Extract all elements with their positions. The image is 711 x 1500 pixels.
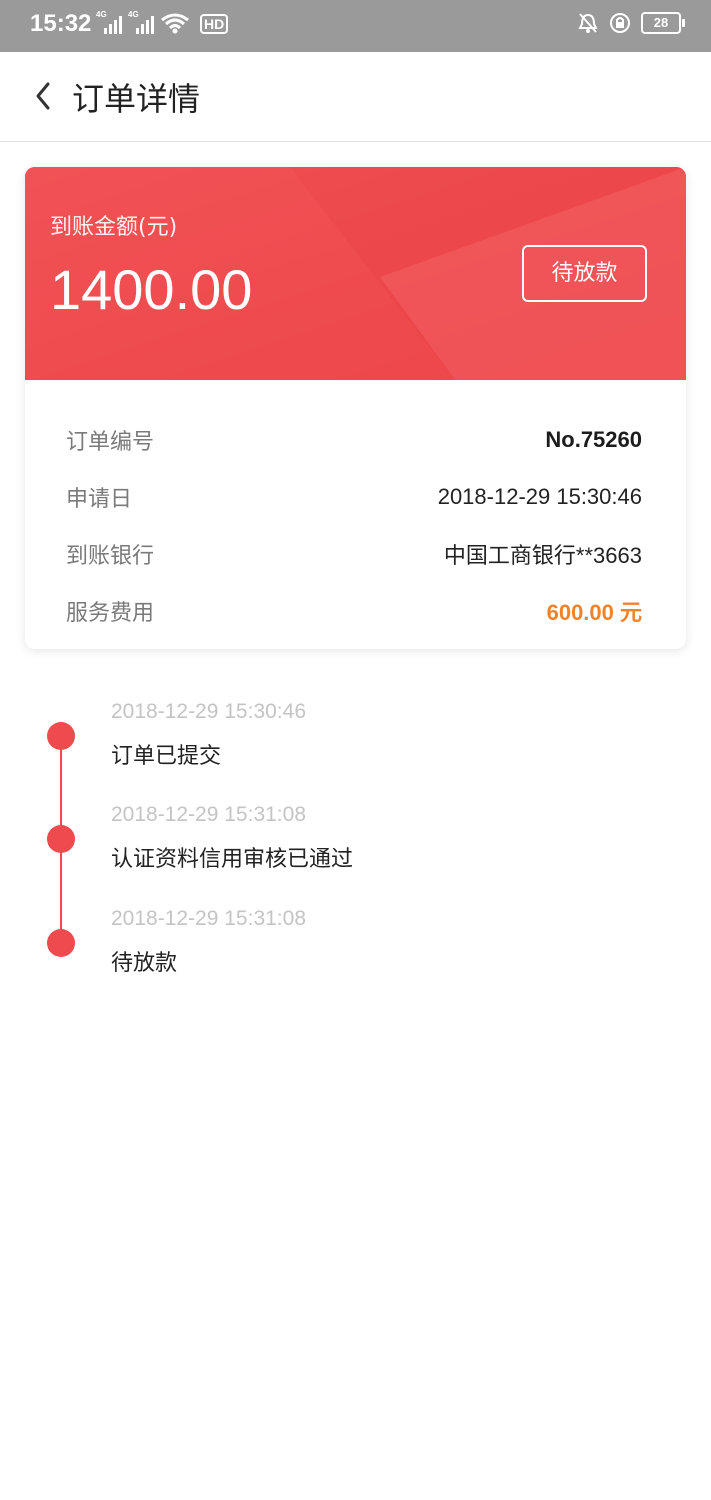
detail-label: 订单编号	[66, 430, 155, 455]
detail-row-service-fee: 服务费用 600.00 元	[66, 591, 642, 631]
timeline-item: 2018-12-29 15:30:46 订单已提交	[0, 700, 711, 780]
detail-row-apply-date: 申请日 2018-12-29 15:30:46	[66, 477, 642, 517]
page-title: 订单详情	[72, 80, 201, 118]
timeline-text: 订单已提交	[111, 744, 222, 769]
apply-date-value: 2018-12-29 15:30:46	[437, 484, 642, 509]
status-icons-right: 28	[577, 12, 685, 34]
battery-icon: 28	[641, 12, 685, 34]
timeline-text: 待放款	[111, 951, 178, 976]
signal-icon: 4G	[96, 10, 122, 34]
detail-row-bank: 到账银行 中国工商银行**3663	[66, 534, 642, 574]
timeline-item: 2018-12-29 15:31:08 待放款	[0, 907, 711, 987]
timeline-time: 2018-12-29 15:31:08	[111, 907, 306, 930]
wifi-icon	[161, 13, 189, 34]
status-badge: 待放款	[522, 245, 647, 302]
service-fee-value: 600.00 元	[546, 600, 642, 625]
timeline-text: 认证资料信用审核已通过	[111, 847, 354, 872]
detail-row-order-number: 订单编号 No.75260	[66, 420, 642, 460]
nav-bar: 订单详情	[0, 52, 711, 142]
status-bar: 15:32 4G 4G HD 28	[0, 0, 711, 52]
lock-rotation-icon	[610, 13, 630, 33]
chevron-left-icon[interactable]	[28, 80, 60, 112]
signal-icon: 4G	[128, 10, 154, 34]
status-time: 15:32	[30, 10, 92, 37]
hd-icon: HD	[200, 14, 229, 34]
amount-header: 到账金额(元) 1400.00 待放款	[25, 167, 686, 380]
timeline-dot	[47, 722, 75, 750]
order-number-value: No.75260	[545, 427, 642, 452]
alarm-off-icon	[578, 13, 598, 33]
signal-tag: 4G	[96, 10, 107, 19]
timeline-time: 2018-12-29 15:31:08	[111, 803, 306, 826]
status-icons-left: 4G 4G HD	[96, 10, 229, 34]
bank-value: 中国工商银行**3663	[443, 543, 642, 568]
detail-label: 到账银行	[66, 544, 155, 569]
order-summary-card: 到账金额(元) 1400.00 待放款 订单编号 No.75260 申请日 20…	[25, 167, 686, 649]
timeline-time: 2018-12-29 15:30:46	[111, 700, 306, 723]
amount-label: 到账金额(元)	[50, 215, 178, 240]
timeline-dot	[47, 929, 75, 957]
detail-label: 申请日	[66, 487, 133, 512]
signal-tag: 4G	[128, 10, 139, 19]
timeline-item: 2018-12-29 15:31:08 认证资料信用审核已通过	[0, 803, 711, 883]
detail-label: 服务费用	[66, 601, 155, 626]
timeline-dot	[47, 825, 75, 853]
amount-value: 1400.00	[50, 258, 253, 321]
